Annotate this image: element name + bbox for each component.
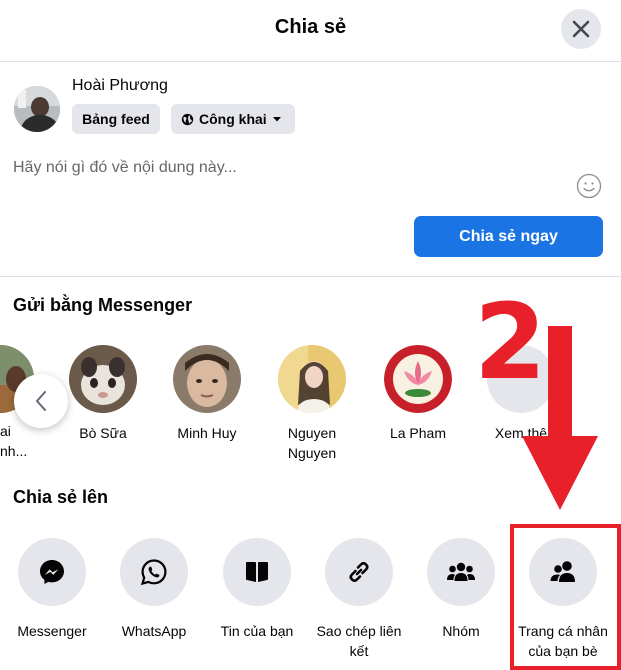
contact-name-line2: nh... xyxy=(0,443,28,459)
book-icon xyxy=(246,562,268,582)
globe-icon xyxy=(181,113,194,125)
share-label: Trang cá nhân xyxy=(518,623,608,639)
share-label: Tin của bạn xyxy=(220,623,294,639)
arrow-down-annotation xyxy=(522,326,598,510)
destination-label: Bảng feed xyxy=(82,111,150,127)
share-label-line2: của bạn bè xyxy=(528,643,598,659)
messenger-icon xyxy=(40,560,64,584)
copy-link-button[interactable]: Sao chép liên kết xyxy=(308,538,410,661)
smiley-icon xyxy=(576,173,602,199)
contact-name: Minh Huy xyxy=(177,425,237,441)
friends-icon xyxy=(550,561,575,582)
dialog-title: Chia sẻ xyxy=(274,16,347,38)
close-button[interactable] xyxy=(561,9,601,49)
contact-avatar xyxy=(69,345,137,413)
emoji-button[interactable] xyxy=(576,173,602,199)
share-story-button[interactable]: Tin của bạn xyxy=(206,538,308,641)
share-whatsapp-button[interactable]: WhatsApp xyxy=(103,538,205,641)
contact-avatar xyxy=(384,345,452,413)
share-message-input[interactable] xyxy=(13,156,563,180)
share-group-button[interactable]: Nhóm xyxy=(410,538,512,641)
contact-name: ai xyxy=(0,423,11,439)
share-circle xyxy=(325,538,393,606)
contact-name: Nguyen xyxy=(287,425,337,441)
share-label: WhatsApp xyxy=(121,623,187,639)
chevron-left-icon xyxy=(36,391,46,411)
share-label-line2: kết xyxy=(349,643,369,659)
share-circle xyxy=(120,538,188,606)
share-to-section-title: Chia sẻ lên xyxy=(13,487,109,507)
contact-la-pham[interactable]: La Pham xyxy=(363,345,473,443)
section-divider xyxy=(0,276,621,277)
privacy-selector[interactable]: Công khai xyxy=(171,104,295,134)
share-label: Nhóm xyxy=(442,623,480,639)
contact-name-line2: Nguyen xyxy=(287,445,337,461)
privacy-label: Công khai xyxy=(199,111,267,127)
share-now-button[interactable]: Chia sẻ ngay xyxy=(414,216,603,257)
share-circle xyxy=(18,538,86,606)
share-messenger-button[interactable]: Messenger xyxy=(1,538,103,641)
dialog-header: Chia sẻ xyxy=(0,0,621,62)
user-avatar xyxy=(14,86,60,132)
user-name: Hoài Phương xyxy=(72,77,168,94)
scroll-left-button[interactable] xyxy=(14,374,68,428)
contact-nguyen-nguyen[interactable]: Nguyen Nguyen xyxy=(257,345,367,463)
contact-name: Bò Sữa xyxy=(79,425,127,441)
link-icon xyxy=(349,561,369,583)
close-icon xyxy=(572,20,590,38)
messenger-section-title: Gửi bằng Messenger xyxy=(13,295,193,315)
share-label: Messenger xyxy=(17,623,87,639)
contact-avatar xyxy=(173,345,241,413)
share-label: Sao chép liên xyxy=(316,623,402,639)
destination-selector[interactable]: Bảng feed xyxy=(72,104,160,134)
contact-name: La Pham xyxy=(389,425,447,441)
share-circle xyxy=(427,538,495,606)
share-circle xyxy=(529,538,597,606)
whatsapp-icon xyxy=(140,559,167,586)
contact-avatar xyxy=(278,345,346,413)
contact-minh-huy[interactable]: Minh Huy xyxy=(152,345,262,443)
share-friend-profile-button[interactable]: Trang cá nhân của bạn bè xyxy=(512,538,614,661)
share-circle xyxy=(223,538,291,606)
group-icon xyxy=(447,562,475,581)
caret-down-icon xyxy=(272,117,281,122)
